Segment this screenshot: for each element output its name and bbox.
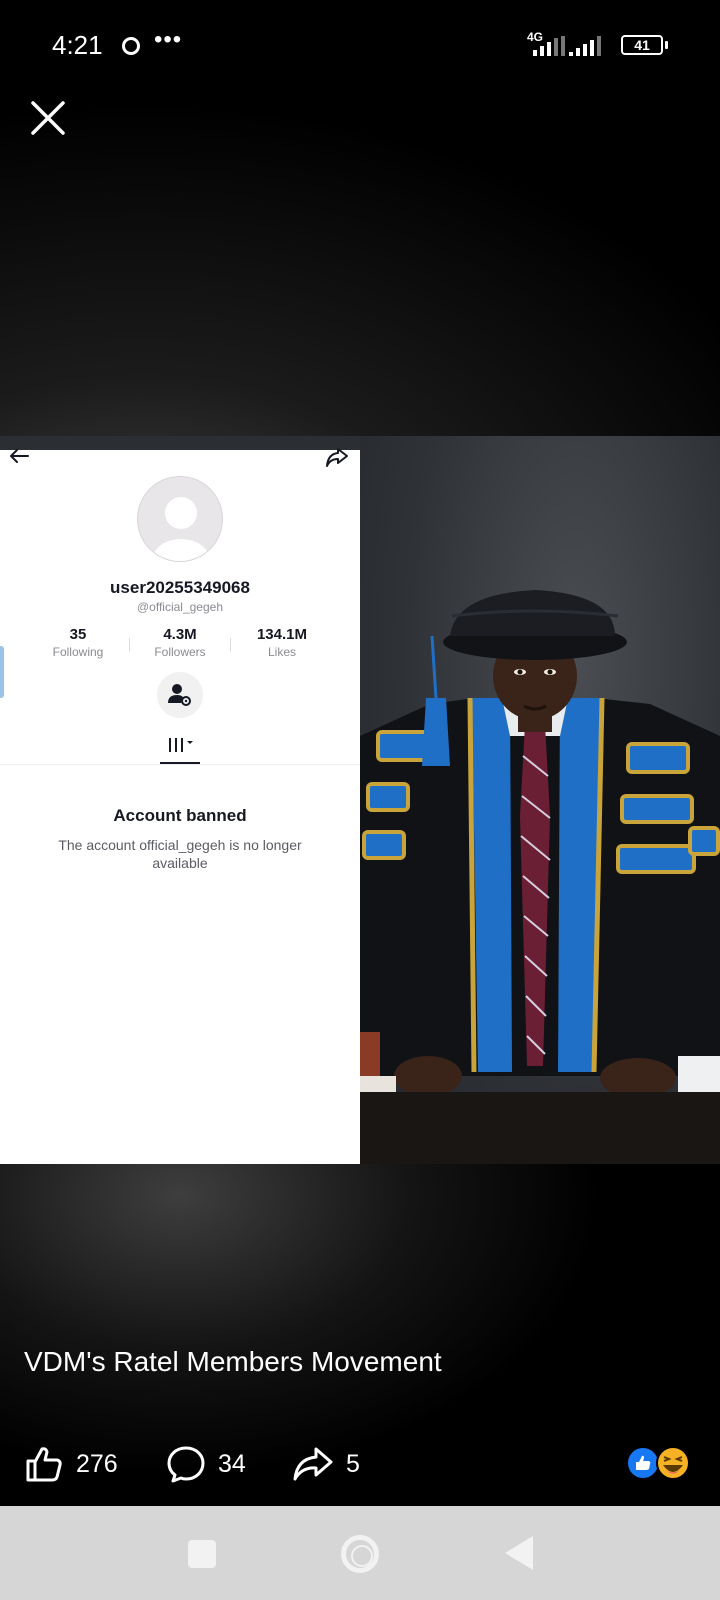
share-arrow-icon bbox=[326, 448, 348, 467]
graduate-portrait bbox=[360, 590, 720, 1102]
desk bbox=[360, 1092, 720, 1164]
profile-username: user20255349068 bbox=[110, 578, 250, 597]
status-time: 4:21 bbox=[52, 30, 103, 60]
post-caption[interactable]: VDM's Ratel Members Movement bbox=[24, 1346, 442, 1378]
tabs-divider bbox=[0, 764, 360, 765]
banned-title: Account banned bbox=[113, 806, 247, 825]
videos-tab bbox=[160, 730, 200, 760]
stat-likes: 134.1M Likes bbox=[232, 626, 332, 659]
stat-divider bbox=[230, 638, 231, 652]
status-bar: 4:21 ••• 4G 41 bbox=[0, 0, 720, 90]
recent-apps-button[interactable] bbox=[188, 1540, 216, 1568]
user-settings-icon bbox=[168, 684, 191, 706]
post-photo[interactable]: user20255349068 @official_gegeh 35 Follo… bbox=[0, 436, 720, 1164]
stat-label: Likes bbox=[267, 645, 296, 659]
battery-icon: 41 bbox=[621, 35, 663, 55]
stat-value: 35 bbox=[69, 626, 87, 643]
notification-ring-icon bbox=[122, 37, 140, 55]
more-notifications-icon: ••• bbox=[154, 26, 183, 53]
close-icon bbox=[31, 101, 65, 135]
share-arrow-icon bbox=[293, 1447, 333, 1481]
share-button[interactable]: 5 bbox=[292, 1442, 360, 1486]
back-button[interactable] bbox=[505, 1536, 533, 1570]
stat-value: 4.3M bbox=[163, 626, 197, 643]
stat-followers: 4.3M Followers bbox=[130, 626, 230, 659]
stat-label: Following bbox=[52, 645, 104, 659]
banned-message: The account official_gegeh is no longer … bbox=[58, 837, 302, 871]
friend-settings-button bbox=[157, 672, 203, 718]
stat-label: Followers bbox=[154, 645, 206, 659]
grid-tab-icon bbox=[169, 738, 193, 752]
comment-button[interactable]: 34 bbox=[166, 1442, 246, 1486]
reaction-summary[interactable] bbox=[626, 1445, 696, 1481]
default-avatar-icon bbox=[153, 497, 209, 561]
reaction-icons bbox=[626, 1446, 690, 1480]
close-button[interactable] bbox=[28, 98, 68, 138]
battery-tip bbox=[665, 41, 668, 49]
signal-bars-sim2-icon bbox=[569, 36, 601, 56]
stat-value: 134.1M bbox=[256, 626, 308, 643]
like-button[interactable]: 276 bbox=[24, 1442, 118, 1486]
like-count: 276 bbox=[76, 1449, 118, 1478]
share-count: 5 bbox=[346, 1449, 360, 1478]
signal-bars-sim1-icon bbox=[533, 36, 565, 56]
comment-bubble-icon bbox=[167, 1446, 205, 1483]
side-tab-marker bbox=[0, 646, 4, 698]
profile-handle: @official_gegeh bbox=[136, 600, 224, 614]
thumbs-up-icon bbox=[26, 1447, 62, 1482]
haha-reaction-icon bbox=[656, 1446, 690, 1480]
avatar bbox=[137, 476, 223, 562]
stat-following: 35 Following bbox=[28, 626, 128, 659]
home-button[interactable] bbox=[341, 1535, 379, 1573]
comment-count: 34 bbox=[218, 1449, 246, 1478]
profile-screenshot: user20255349068 @official_gegeh 35 Follo… bbox=[0, 448, 360, 1164]
back-arrow-icon bbox=[10, 449, 29, 463]
